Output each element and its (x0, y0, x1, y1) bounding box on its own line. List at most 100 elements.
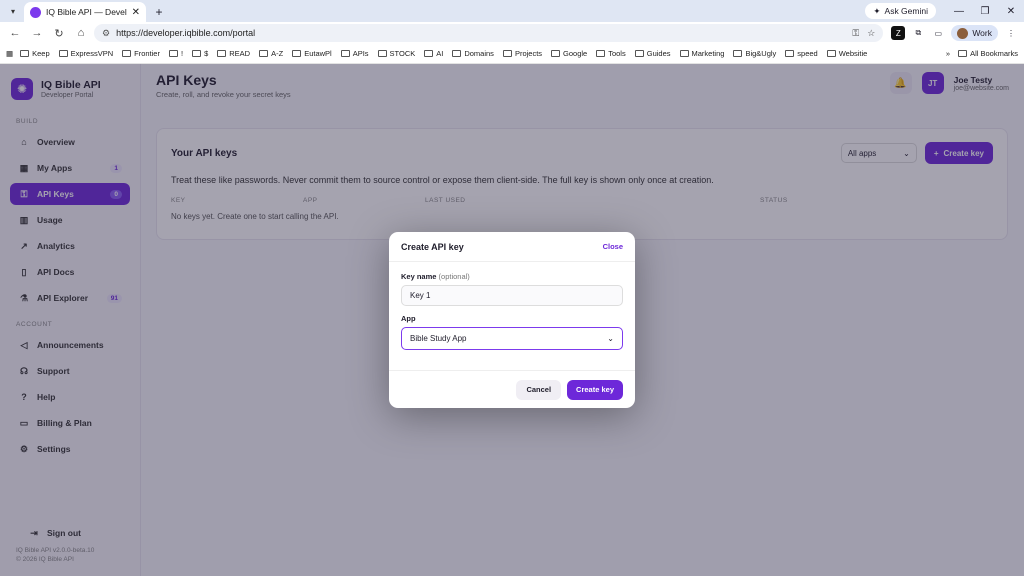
bookmark-label: Marketing (691, 49, 725, 58)
bookmark-label: Keep (32, 49, 50, 58)
ask-gemini-button[interactable]: ✦ Ask Gemini (865, 3, 936, 19)
bookmark-item[interactable]: Google (551, 49, 587, 58)
folder-icon (452, 50, 462, 57)
bookmark-label: Guides (646, 49, 671, 58)
folder-icon (958, 50, 968, 57)
extensions-puzzle-icon[interactable]: ⧉ (911, 26, 925, 40)
profile-avatar (957, 27, 969, 39)
cast-icon[interactable]: ▭ (931, 26, 945, 40)
address-bar-row: ← → ↻ ⌂ ⚙ https://developer.iqbible.com/… (0, 22, 1024, 44)
sparkle-icon: ✦ (873, 5, 881, 16)
chevron-down-icon: ⌄ (607, 334, 614, 343)
folder-icon (634, 50, 644, 57)
back-icon[interactable]: ← (6, 24, 24, 42)
bookmark-item[interactable]: STOCK (377, 49, 416, 58)
create-key-submit-button[interactable]: Create key (567, 379, 623, 400)
bookmark-item[interactable]: Guides (634, 49, 671, 58)
folder-icon (502, 50, 512, 57)
create-key-modal: Create API key Close Key name (optional)… (389, 232, 635, 408)
bookmark-item[interactable]: $ (192, 49, 208, 58)
folder-icon (826, 50, 836, 57)
browser-tab[interactable]: IQ Bible API — Developer Portal ✕ (24, 2, 146, 22)
close-tab-icon[interactable]: ✕ (132, 7, 140, 18)
bookmark-item[interactable]: APIs (340, 49, 369, 58)
minimize-icon[interactable]: — (946, 0, 972, 22)
app-select-value: Bible Study App (410, 334, 467, 343)
bookmark-label: APIs (352, 49, 369, 58)
bookmark-item[interactable]: speed (785, 49, 818, 58)
folder-icon (596, 50, 606, 57)
home-browser-icon[interactable]: ⌂ (72, 24, 90, 42)
reload-icon[interactable]: ↻ (50, 24, 68, 42)
close-button[interactable]: Close (603, 242, 623, 251)
cancel-button[interactable]: Cancel (516, 379, 562, 400)
folder-icon (377, 50, 387, 57)
more-bookmarks-icon[interactable]: » (946, 49, 950, 58)
tab-search-icon[interactable]: ▾ (4, 2, 22, 20)
new-tab-icon[interactable]: + (150, 3, 168, 21)
folder-icon (785, 50, 795, 57)
bookmark-item[interactable]: Projects (502, 49, 543, 58)
modal-title: Create API key (401, 241, 464, 252)
bookmark-star-icon[interactable]: ☆ (867, 28, 875, 39)
apps-grid-icon[interactable]: ▦ (6, 49, 13, 58)
key-name-label: Key name (optional) (401, 272, 623, 281)
bookmark-label: ! (180, 49, 184, 58)
bookmark-label: Big&Ugly (745, 49, 777, 58)
folder-icon (168, 50, 178, 57)
bookmark-label: Projects (514, 49, 543, 58)
bookmark-item[interactable]: Keep (20, 49, 50, 58)
bookmark-item[interactable]: AI (424, 49, 443, 58)
bookmark-label: Tools (608, 49, 626, 58)
bookmark-item[interactable]: READ (217, 49, 250, 58)
bookmark-item[interactable]: Frontier (122, 49, 160, 58)
bookmark-item[interactable]: ! (168, 49, 184, 58)
profile-button[interactable]: Work (951, 25, 998, 41)
close-window-icon[interactable]: ✕ (998, 0, 1024, 22)
folder-icon (551, 50, 561, 57)
key-name-label-text: Key name (401, 272, 437, 281)
folder-icon (424, 50, 434, 57)
app-select[interactable]: Bible Study App ⌄ (401, 327, 623, 350)
bookmark-label: Google (563, 49, 588, 58)
bookmark-label: READ (229, 49, 251, 58)
bookmark-label: EutawPl (304, 49, 332, 58)
bookmark-item[interactable]: Tools (596, 49, 626, 58)
folder-icon (259, 50, 269, 57)
bookmark-label: ExpressVPN (70, 49, 114, 58)
bookmark-item[interactable]: A-Z (259, 49, 283, 58)
tab-title: IQ Bible API — Developer Portal (46, 7, 127, 17)
bookmark-label: $ (204, 49, 209, 58)
folder-icon (340, 50, 350, 57)
window-controls: — ❐ ✕ (946, 0, 1024, 22)
bookmark-item[interactable]: Websitie (826, 49, 868, 58)
folder-icon (20, 50, 30, 57)
bookmark-item[interactable]: Marketing (679, 49, 725, 58)
password-key-icon[interactable]: ⚿ (852, 28, 859, 39)
bookmark-label: STOCK (389, 49, 416, 58)
site-info-icon[interactable]: ⚙ (102, 28, 110, 39)
all-bookmarks[interactable]: All Bookmarks (958, 49, 1018, 58)
optional-hint: (optional) (438, 272, 470, 281)
bookmark-item[interactable]: Domains (452, 49, 494, 58)
bookmark-label: Domains (464, 49, 494, 58)
folder-icon (733, 50, 743, 57)
restore-icon[interactable]: ❐ (972, 0, 998, 22)
key-name-input[interactable]: Key 1 (401, 285, 623, 306)
folder-icon (679, 50, 689, 57)
bookmark-label: Websitie (838, 49, 868, 58)
bookmark-item[interactable]: EutawPl (292, 49, 332, 58)
favicon-icon (30, 6, 41, 18)
folder-icon (192, 50, 202, 57)
forward-icon[interactable]: → (28, 24, 46, 42)
url-text: https://developer.iqbible.com/portal (116, 28, 256, 38)
bookmark-item[interactable]: ExpressVPN (58, 49, 114, 58)
bookmark-item[interactable]: Big&Ugly (733, 49, 776, 58)
browser-tab-strip: ▾ IQ Bible API — Developer Portal ✕ + ✦ … (0, 0, 1024, 22)
folder-icon (58, 50, 68, 57)
ask-gemini-label: Ask Gemini (884, 6, 928, 16)
url-bar[interactable]: ⚙ https://developer.iqbible.com/portal ⚿… (94, 24, 884, 42)
app-label: App (401, 314, 416, 323)
browser-menu-icon[interactable]: ⋮ (1004, 26, 1018, 40)
extension-z-icon[interactable]: Z (891, 26, 906, 40)
